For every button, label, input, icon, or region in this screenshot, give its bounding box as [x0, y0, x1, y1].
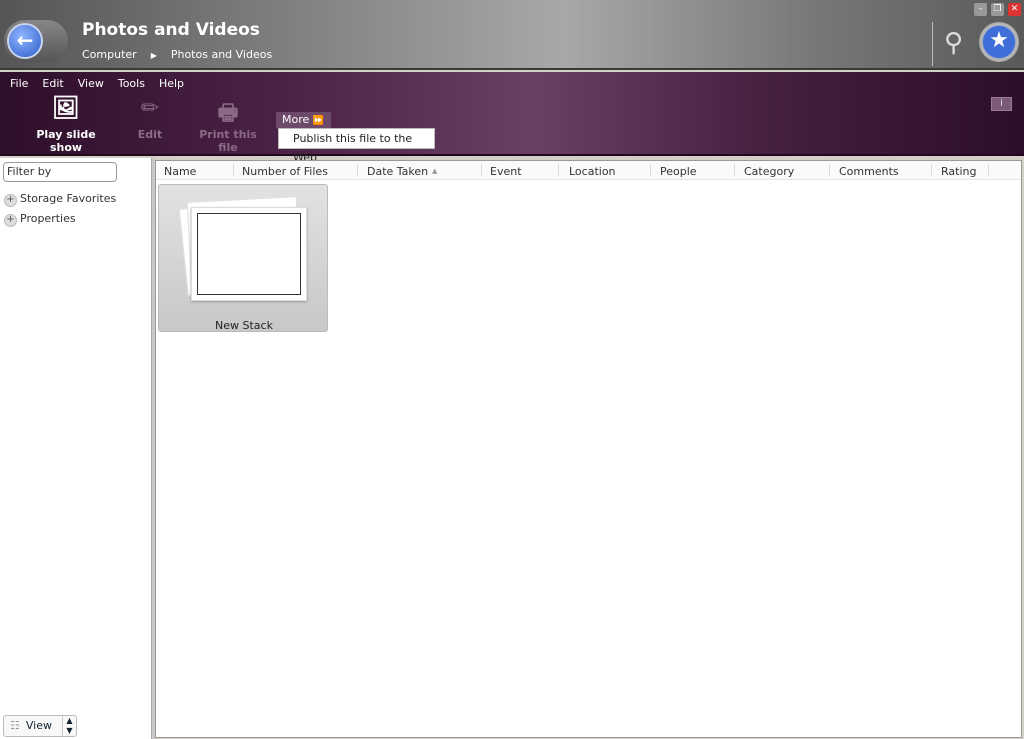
menu-tools[interactable]: Tools — [118, 77, 145, 90]
column-name[interactable]: Name — [164, 165, 196, 178]
sort-ascending-icon: ▲ — [432, 167, 438, 175]
column-rating[interactable]: Rating — [941, 165, 976, 178]
column-category[interactable]: Category — [744, 165, 794, 178]
pencil-icon: ✏ — [140, 96, 160, 121]
column-people[interactable]: People — [660, 165, 697, 178]
expand-icon[interactable]: + — [4, 214, 17, 227]
more-button[interactable]: More ⏩ — [276, 112, 331, 128]
sidebar: Filter by + Storage Favorites + Properties… — [0, 158, 151, 739]
menu-bar: File Edit View Tools Help — [10, 77, 198, 90]
stack-item[interactable]: New Stack — [158, 184, 328, 332]
tree-item-storage-favorites[interactable]: + Storage Favorites — [4, 192, 116, 207]
search-icon[interactable]: ⚲ — [944, 28, 974, 60]
column-header: Name Number of Files Date Taken ▲ Event L… — [156, 161, 1021, 180]
column-date-taken[interactable]: Date Taken — [367, 165, 428, 178]
publish-to-web-menu-item[interactable]: Publish this file to the Web — [278, 128, 435, 164]
close-button[interactable]: ✕ — [1008, 3, 1021, 16]
tree-item-properties[interactable]: + Properties — [4, 212, 76, 227]
column-comments[interactable]: Comments — [839, 165, 899, 178]
view-selector[interactable]: ☷ View ▲ ▼ — [3, 715, 77, 737]
favorites-star-icon[interactable]: ★ — [979, 22, 1019, 62]
column-number-of-files[interactable]: Number of Files — [242, 165, 328, 178]
printer-icon: 🖶 — [217, 101, 239, 126]
title-bar: ← Photos and Videos Computer ▶ Photos and … — [0, 0, 1024, 70]
stack-photo-thumbnail — [191, 207, 307, 301]
spinner-arrows-icon[interactable]: ▲ ▼ — [62, 716, 76, 736]
info-button[interactable]: i — [991, 97, 1012, 111]
menu-view[interactable]: View — [78, 77, 104, 90]
menu-edit[interactable]: Edit — [42, 77, 63, 90]
back-button[interactable]: ← — [4, 20, 68, 62]
column-location[interactable]: Location — [569, 165, 616, 178]
list-view-icon: ☷ — [10, 719, 20, 732]
breadcrumb-photos[interactable]: Photos and Videos — [171, 48, 272, 61]
content-pane: Name Number of Files Date Taken ▲ Event L… — [155, 160, 1022, 738]
print-button[interactable]: 🖶 Print this file — [190, 96, 266, 154]
minimize-button[interactable]: – — [974, 3, 987, 16]
breadcrumb-computer[interactable]: Computer — [82, 48, 137, 61]
breadcrumb: Computer ▶ Photos and Videos — [82, 48, 286, 61]
breadcrumb-separator-icon: ▶ — [150, 51, 157, 60]
page-title: Photos and Videos — [82, 20, 260, 40]
slideshow-icon: 🖼 — [52, 96, 80, 121]
stack-label: New Stack — [215, 319, 273, 332]
menu-file[interactable]: File — [10, 77, 28, 90]
divider — [932, 22, 933, 66]
toolbar: File Edit View Tools Help 🖼 Play slide show ✏… — [0, 72, 1024, 164]
back-arrow-icon: ← — [7, 23, 43, 59]
edit-button[interactable]: ✏ Edit — [132, 96, 168, 141]
play-slideshow-button[interactable]: 🖼 Play slide show — [22, 96, 110, 154]
double-chevron-icon: ⏩ — [312, 116, 324, 126]
menu-help[interactable]: Help — [159, 77, 184, 90]
restore-button[interactable]: ❐ — [991, 3, 1004, 16]
filter-input[interactable]: Filter by — [3, 162, 117, 182]
expand-icon[interactable]: + — [4, 194, 17, 207]
column-event[interactable]: Event — [490, 165, 522, 178]
